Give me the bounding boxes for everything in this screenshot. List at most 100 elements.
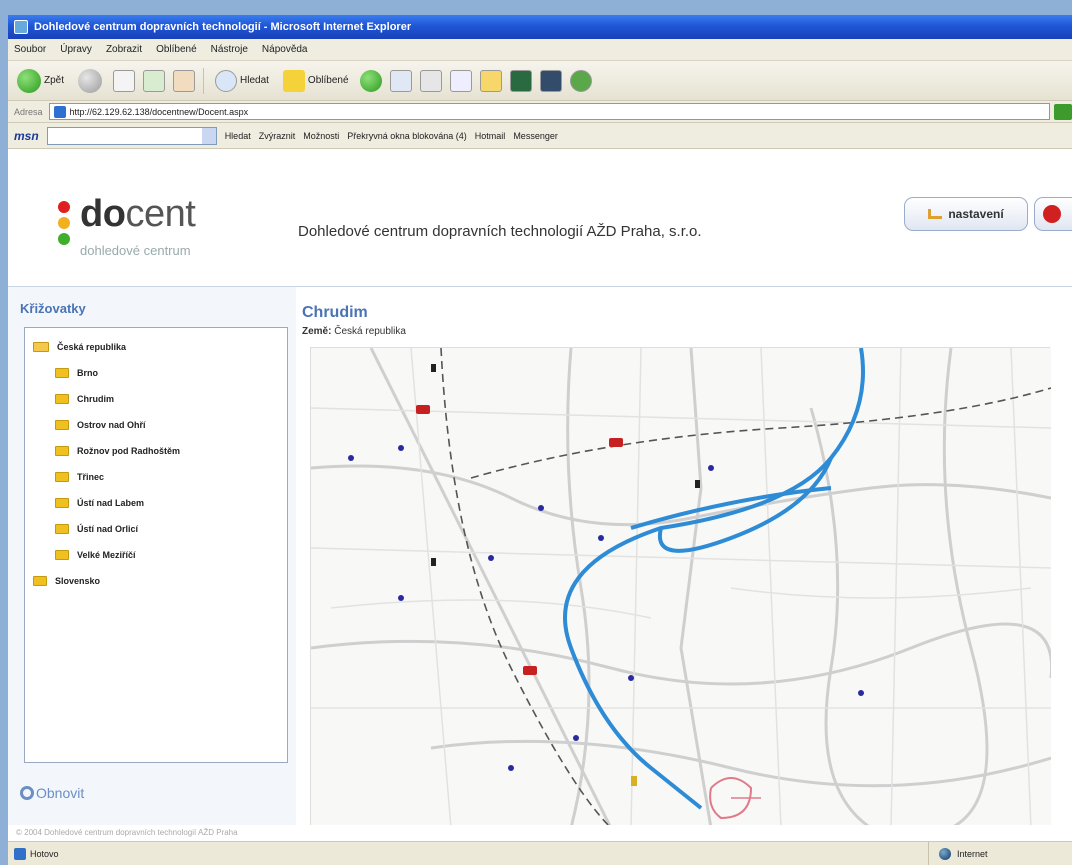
msn-logo[interactable]: msn bbox=[14, 129, 39, 143]
company-name: Dohledové centrum dopravních technologií… bbox=[298, 223, 702, 240]
green-dot bbox=[58, 233, 70, 245]
window-title: Dohledové centrum dopravních technologií… bbox=[34, 21, 412, 33]
research-icon[interactable] bbox=[539, 69, 562, 92]
tree-item[interactable]: Ústí nad Orlicí bbox=[55, 524, 138, 534]
menu-bar: Soubor Úpravy Zobrazit Oblíbené Nástroje… bbox=[8, 39, 1072, 61]
folder-icon bbox=[33, 576, 47, 586]
menu-nastroje[interactable]: Nástroje bbox=[211, 44, 248, 55]
address-bar: Adresa http://62.129.62.138/docentnew/Do… bbox=[8, 101, 1072, 123]
logo-word: docent bbox=[80, 193, 196, 236]
folder-icon bbox=[55, 420, 69, 430]
tree-item-label: Třinec bbox=[77, 472, 105, 482]
city-title: Chrudim bbox=[302, 304, 368, 321]
users-icon[interactable] bbox=[569, 69, 592, 92]
tree-item[interactable]: Třinec bbox=[55, 472, 104, 482]
page-icon bbox=[53, 105, 66, 118]
settings-label: nastavení bbox=[948, 207, 1004, 221]
refresh-icon bbox=[20, 786, 34, 800]
tree-item-label: Rožnov pod Radhoštěm bbox=[77, 446, 180, 456]
menu-upravy[interactable]: Úpravy bbox=[60, 44, 92, 55]
history-icon[interactable] bbox=[389, 69, 412, 92]
browser-window: Dohledové centrum dopravních technologií… bbox=[8, 15, 1072, 865]
msn-options-button[interactable]: Možnosti bbox=[303, 131, 339, 141]
tree-item[interactable]: Brno bbox=[55, 368, 98, 378]
settings-button[interactable]: nastavení bbox=[904, 197, 1028, 231]
traffic-light-icon bbox=[58, 201, 70, 249]
site-header: docent dohledové centrum Dohledové centr… bbox=[8, 149, 1072, 287]
address-label: Adresa bbox=[14, 106, 43, 117]
chevron-down-icon[interactable] bbox=[201, 127, 216, 144]
tree-item[interactable]: Chrudim bbox=[55, 394, 114, 404]
folder-icon bbox=[55, 472, 69, 482]
menu-soubor[interactable]: Soubor bbox=[14, 44, 46, 55]
tree-item[interactable]: Rožnov pod Radhoštěm bbox=[55, 446, 180, 456]
forward-arrow-icon bbox=[78, 68, 103, 93]
logo-subtitle: dohledové centrum bbox=[80, 243, 191, 258]
search-button[interactable]: Hledat bbox=[212, 66, 272, 96]
globe-icon bbox=[939, 848, 951, 860]
msn-popups-button[interactable]: Překryvná okna blokována (4) bbox=[347, 131, 467, 141]
msn-search-input[interactable] bbox=[46, 126, 217, 145]
junction-tree: Česká republika Brno Chrudim Ostrov nad Ohř… bbox=[24, 327, 288, 763]
exit-button[interactable] bbox=[1034, 197, 1072, 231]
toolbar-separator bbox=[203, 67, 205, 94]
home-icon[interactable] bbox=[173, 69, 196, 92]
tree-item-label: Chrudim bbox=[77, 394, 114, 404]
address-url: http://62.129.62.138/docentnew/Docent.as… bbox=[69, 106, 249, 117]
sidebar-title: Křižovatky bbox=[20, 301, 86, 316]
settings-icon bbox=[928, 209, 943, 219]
menu-zobrazit[interactable]: Zobrazit bbox=[106, 44, 142, 55]
tree-item-label: Česká republika bbox=[57, 342, 127, 352]
edit-icon[interactable] bbox=[449, 69, 472, 92]
address-input[interactable]: http://62.129.62.138/docentnew/Docent.as… bbox=[48, 103, 1051, 120]
ie-icon bbox=[14, 20, 28, 34]
country-label: Země: bbox=[302, 326, 332, 337]
tree-item[interactable]: Slovensko bbox=[33, 576, 100, 586]
folder-icon bbox=[55, 368, 69, 378]
amber-dot bbox=[58, 217, 70, 229]
media-icon[interactable] bbox=[359, 69, 382, 92]
back-arrow-icon bbox=[17, 68, 41, 93]
status-text: Hotovo bbox=[30, 848, 59, 859]
forward-button[interactable] bbox=[75, 66, 105, 96]
search-label: Hledat bbox=[240, 75, 269, 86]
back-button[interactable]: Zpět bbox=[14, 66, 67, 96]
back-label: Zpět bbox=[44, 75, 65, 86]
tree-item-label: Ústí nad Labem bbox=[77, 498, 145, 508]
country-line: Země: Česká republika bbox=[302, 326, 406, 337]
red-dot bbox=[58, 201, 70, 213]
tree-item[interactable]: Ústí nad Labem bbox=[55, 498, 144, 508]
tree-item-label: Slovensko bbox=[55, 576, 101, 586]
msn-highlight-button[interactable]: Zvýraznit bbox=[259, 131, 296, 141]
folder-icon bbox=[55, 550, 69, 560]
print-icon[interactable] bbox=[419, 69, 442, 92]
refresh-link[interactable]: Obnovit bbox=[20, 785, 84, 801]
tree-item[interactable]: Česká republika bbox=[33, 342, 126, 352]
menu-oblibene[interactable]: Oblíbené bbox=[156, 44, 197, 55]
go-icon[interactable] bbox=[1054, 103, 1072, 120]
menu-napoveda[interactable]: Nápověda bbox=[262, 44, 308, 55]
exit-icon bbox=[1043, 205, 1061, 223]
logo-rest: cent bbox=[125, 193, 196, 235]
msn-toolbar: msn Hledat Zvýraznit Možnosti Překryvná … bbox=[8, 123, 1072, 149]
msn-hotmail-button[interactable]: Hotmail bbox=[475, 131, 506, 141]
search-icon bbox=[215, 69, 238, 92]
messenger-icon[interactable] bbox=[509, 69, 532, 92]
toolbar: Zpět Hledat Oblíbené bbox=[8, 61, 1072, 101]
stop-icon[interactable] bbox=[113, 69, 136, 92]
map-svg[interactable] bbox=[310, 347, 1054, 830]
city-map[interactable] bbox=[310, 347, 1054, 830]
star-icon bbox=[282, 69, 305, 92]
sidebar: Křižovatky Česká republika Brno Chrudim Ost… bbox=[8, 287, 296, 841]
refresh-icon[interactable] bbox=[143, 69, 166, 92]
tree-item[interactable]: Ostrov nad Ohří bbox=[55, 420, 146, 430]
tree-item-label: Ústí nad Orlicí bbox=[77, 524, 139, 534]
msn-messenger-button[interactable]: Messenger bbox=[513, 131, 558, 141]
msn-search-button[interactable]: Hledat bbox=[225, 131, 251, 141]
folder-icon[interactable] bbox=[479, 69, 502, 92]
tree-item[interactable]: Velké Meziříčí bbox=[55, 550, 136, 560]
country-value: Česká republika bbox=[334, 326, 406, 337]
favorites-button[interactable]: Oblíbené bbox=[280, 66, 352, 96]
folder-icon bbox=[55, 446, 69, 456]
refresh-label: Obnovit bbox=[36, 785, 85, 801]
